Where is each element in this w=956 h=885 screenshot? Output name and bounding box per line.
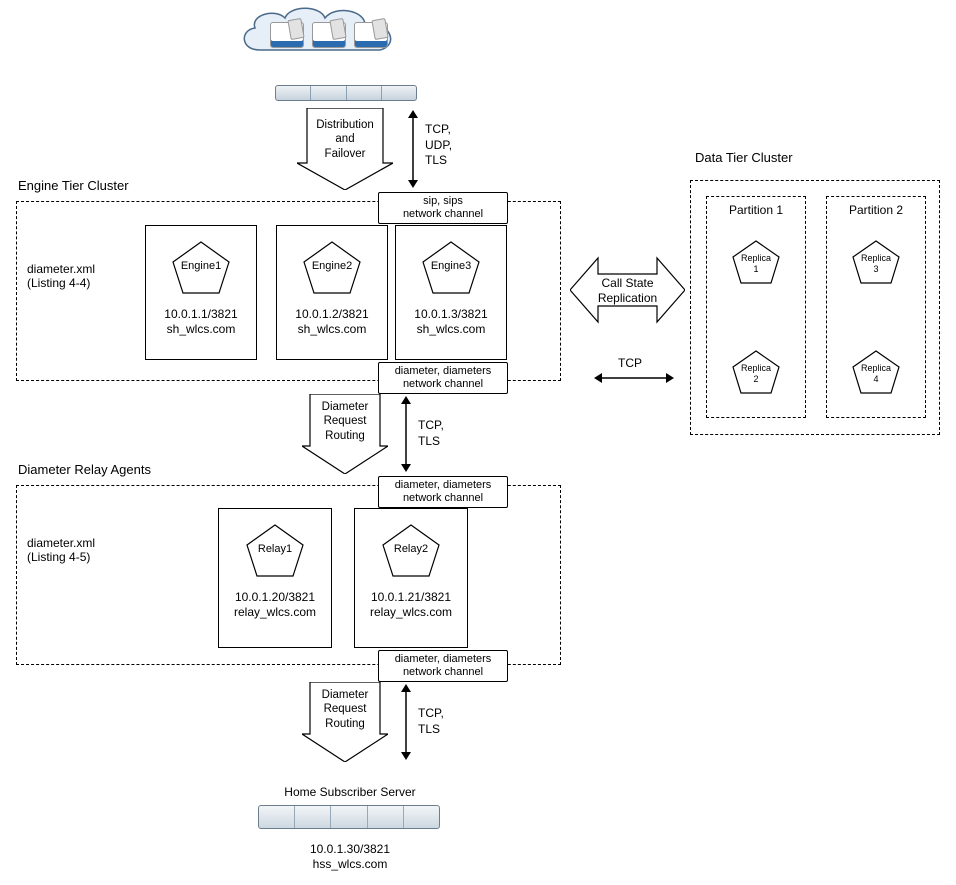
- relay-config-label: diameter.xml (Listing 4-5): [27, 536, 95, 564]
- phone-icon: [354, 22, 388, 48]
- phones-group: [270, 22, 388, 48]
- partition-2: Partition 2 Replica3 Replica4: [826, 196, 926, 418]
- svg-text:Replica: Replica: [741, 253, 771, 263]
- diagram-root: Distribution and Failover TCP, UDP, TLS …: [0, 0, 956, 885]
- pentagon-icon: Replica4: [851, 349, 901, 395]
- sip-channel-box: sip, sips network channel: [378, 192, 508, 224]
- load-balancer-icon: [275, 85, 417, 101]
- phone-icon: [270, 22, 304, 48]
- engine3-node: Engine3 10.0.1.3/3821 sh_wlcs.com: [395, 225, 507, 360]
- relay1-node: Relay1 10.0.1.20/3821 relay_wlcs.com: [218, 508, 332, 648]
- svg-text:Replica: Replica: [861, 253, 891, 263]
- partition-1: Partition 1 Replica1 Replica2: [706, 196, 806, 418]
- pentagon-icon: Replica1: [731, 239, 781, 285]
- engine1-node: Engine1 10.0.1.1/3821 sh_wlcs.com: [145, 225, 257, 360]
- engine-tier-title: Engine Tier Cluster: [18, 178, 129, 193]
- svg-text:Replica: Replica: [741, 363, 771, 373]
- svg-text:1: 1: [753, 264, 758, 274]
- pentagon-icon: Engine3: [421, 240, 481, 295]
- svg-text:2: 2: [753, 374, 758, 384]
- diameter-channel-box-engine: diameter, diameters network channel: [378, 362, 508, 394]
- diameter-routing-arrow-2: Diameter Request Routing: [302, 682, 388, 762]
- distribution-failover-arrow: Distribution and Failover: [297, 108, 393, 190]
- data-tier-cluster: Partition 1 Replica1 Replica2 Partition …: [690, 180, 940, 435]
- call-state-label: Call State Replication: [570, 276, 685, 306]
- pentagon-icon: Relay2: [381, 523, 441, 578]
- diameter-routing-label-2: Diameter Request Routing: [302, 688, 388, 731]
- phone-icon: [312, 22, 346, 48]
- protocols-label-bottom: TCP, TLS: [418, 706, 444, 737]
- call-state-replication-arrow: Call State Replication: [570, 250, 685, 330]
- relay2-addr: 10.0.1.21/3821 relay_wlcs.com: [370, 590, 452, 620]
- tcp-label: TCP: [618, 356, 642, 371]
- engine-config-label: diameter.xml (Listing 4-4): [27, 262, 95, 290]
- hss-title: Home Subscriber Server: [260, 785, 440, 800]
- pentagon-icon: Engine2: [302, 240, 362, 295]
- data-tier-title: Data Tier Cluster: [695, 150, 793, 165]
- relay1-addr: 10.0.1.20/3821 relay_wlcs.com: [234, 590, 316, 620]
- engine2-addr: 10.0.1.2/3821 sh_wlcs.com: [295, 307, 368, 337]
- server-icon: [258, 805, 440, 829]
- pentagon-icon: Relay1: [245, 523, 305, 578]
- protocols-label-top: TCP, UDP, TLS: [425, 122, 452, 169]
- engine3-addr: 10.0.1.3/3821 sh_wlcs.com: [414, 307, 487, 337]
- engine1-addr: 10.0.1.1/3821 sh_wlcs.com: [164, 307, 237, 337]
- partition-2-title: Partition 2: [849, 203, 903, 217]
- diameter-routing-label-1: Diameter Request Routing: [302, 400, 388, 443]
- svg-text:Replica: Replica: [861, 363, 891, 373]
- double-arrow-horizontal-icon: [594, 370, 674, 386]
- double-arrow-vertical-icon: [398, 396, 414, 472]
- partition-1-title: Partition 1: [729, 203, 783, 217]
- engine2-node: Engine2 10.0.1.2/3821 sh_wlcs.com: [276, 225, 388, 360]
- pentagon-icon: Replica3: [851, 239, 901, 285]
- svg-text:4: 4: [873, 374, 878, 384]
- double-arrow-vertical-icon: [405, 110, 421, 188]
- svg-text:3: 3: [873, 264, 878, 274]
- pentagon-icon: Engine1: [171, 240, 231, 295]
- diameter-channel-box-relay-bottom: diameter, diameters network channel: [378, 650, 508, 682]
- relay2-node: Relay2 10.0.1.21/3821 relay_wlcs.com: [354, 508, 468, 648]
- protocols-label-mid: TCP, TLS: [418, 418, 444, 449]
- relay-agents-title: Diameter Relay Agents: [18, 462, 151, 477]
- double-arrow-vertical-icon: [398, 684, 414, 760]
- diameter-routing-arrow-1: Diameter Request Routing: [302, 394, 388, 474]
- distribution-failover-label: Distribution and Failover: [297, 118, 393, 161]
- hss-addr: 10.0.1.30/3821 hss_wlcs.com: [260, 842, 440, 872]
- pentagon-icon: Replica2: [731, 349, 781, 395]
- diameter-channel-box-relay-top: diameter, diameters network channel: [378, 476, 508, 508]
